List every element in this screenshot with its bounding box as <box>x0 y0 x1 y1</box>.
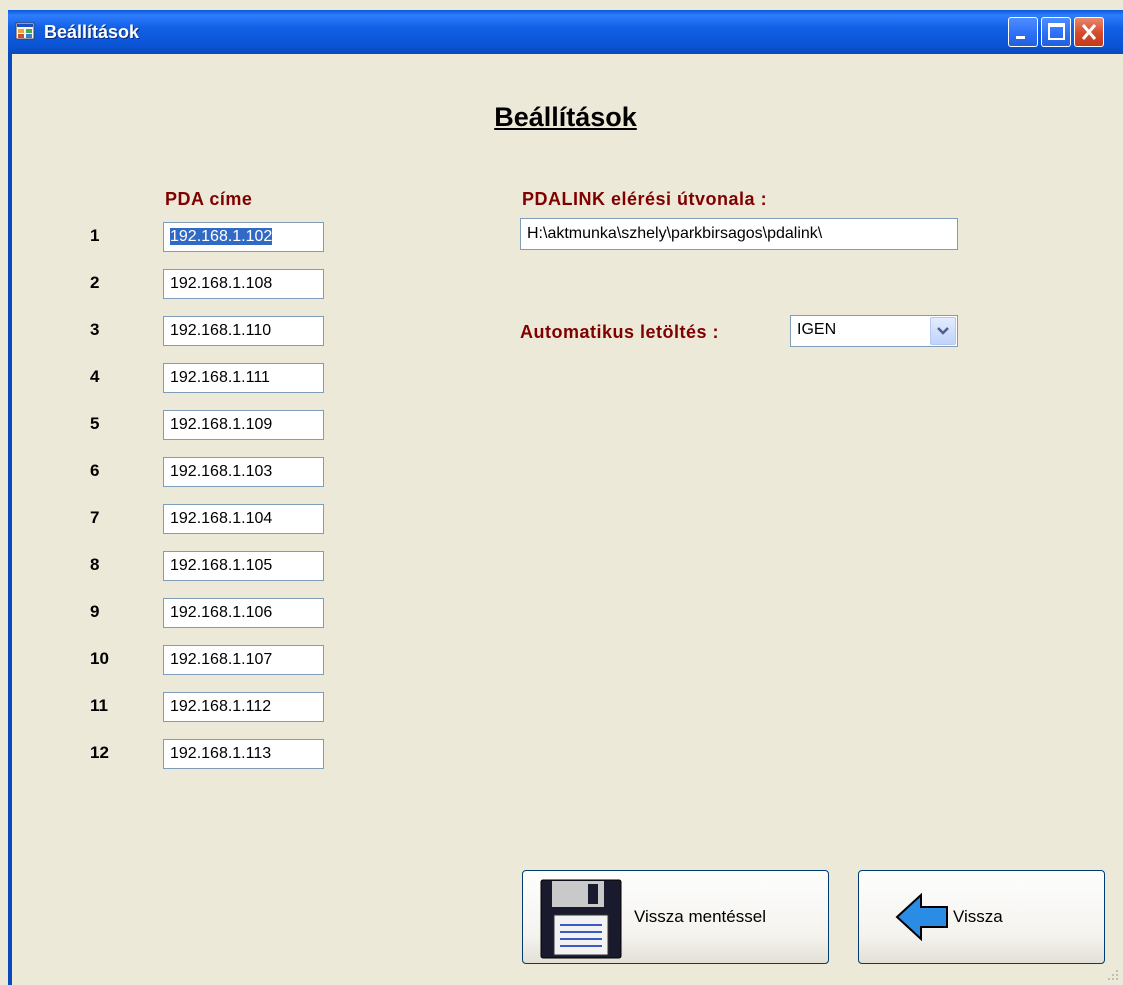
pda-ip-field[interactable]: 192.168.1.109 <box>163 410 324 440</box>
left-arrow-icon <box>895 893 948 941</box>
auto-download-label: Automatikus letöltés : <box>520 322 720 342</box>
pdalink-path-field[interactable]: H:\aktmunka\szhely\parkbirsagos\pdalink\ <box>520 218 958 250</box>
pda-row-number: 10 <box>90 649 109 668</box>
pda-ip-value: 192.168.1.107 <box>170 651 273 668</box>
pda-ip-field[interactable]: 192.168.1.110 <box>163 316 324 346</box>
auto-download-value: IGEN <box>797 321 837 338</box>
resize-grip-icon[interactable] <box>1105 967 1119 981</box>
pda-ip-field[interactable]: 192.168.1.103 <box>163 457 324 487</box>
pda-row-number: 5 <box>90 414 100 433</box>
pda-ip-value: 192.168.1.109 <box>170 416 273 433</box>
pda-ip-value: 192.168.1.110 <box>170 322 272 339</box>
window-title: Beállítások <box>44 22 140 42</box>
pda-ip-field[interactable]: 192.168.1.105 <box>163 551 324 581</box>
pda-row-number: 4 <box>90 367 100 386</box>
save-and-back-button[interactable]: Vissza mentéssel <box>522 870 829 964</box>
pda-ip-field[interactable]: 192.168.1.107 <box>163 645 324 675</box>
pda-ip-field[interactable]: 192.168.1.113 <box>163 739 324 769</box>
maximize-icon <box>1048 23 1065 40</box>
pda-ip-field[interactable]: 192.168.1.111 <box>163 363 324 393</box>
close-icon <box>1081 24 1097 40</box>
pda-ip-value: 192.168.1.102 <box>170 228 273 245</box>
pda-ip-value: 192.168.1.103 <box>170 463 273 480</box>
dropdown-button[interactable] <box>930 317 956 345</box>
pda-row-number: 3 <box>90 320 100 339</box>
floppy-disk-icon <box>540 879 622 959</box>
title-bar[interactable]: Beállítások <box>8 10 1123 54</box>
save-and-back-label: Vissza mentéssel <box>634 907 766 926</box>
pda-row-number: 2 <box>90 273 100 292</box>
pda-ip-value: 192.168.1.112 <box>170 698 272 715</box>
pda-ip-field[interactable]: 192.168.1.104 <box>163 504 324 534</box>
settings-window: Beállítások Beállítások PDA címe 1 192.16… <box>8 10 1123 985</box>
pda-ip-field[interactable]: 192.168.1.106 <box>163 598 324 628</box>
pda-ip-value: 192.168.1.108 <box>170 275 273 292</box>
pda-ip-value: 192.168.1.105 <box>170 557 273 574</box>
pda-row-number: 8 <box>90 555 100 574</box>
pda-row-number: 6 <box>90 461 100 480</box>
pda-row-number: 7 <box>90 508 100 527</box>
minimize-button[interactable] <box>1008 17 1038 47</box>
minimize-icon <box>1016 36 1025 39</box>
pda-column-label: PDA címe <box>165 189 253 209</box>
back-label: Vissza <box>953 907 1003 926</box>
pda-row-number: 1 <box>90 226 100 245</box>
back-button[interactable]: Vissza <box>858 870 1105 964</box>
pdalink-label: PDALINK elérési útvonala : <box>522 189 768 209</box>
pda-ip-field[interactable]: 192.168.1.112 <box>163 692 324 722</box>
window-border <box>8 54 12 985</box>
chevron-down-icon <box>937 327 949 335</box>
pda-ip-field[interactable]: 192.168.1.108 <box>163 269 324 299</box>
app-icon <box>15 21 35 41</box>
pda-ip-value: 192.168.1.104 <box>170 510 273 527</box>
pda-row-number: 12 <box>90 743 109 762</box>
pda-row-number: 9 <box>90 602 100 621</box>
page-title: Beállítások <box>494 102 637 132</box>
pda-ip-value: 192.168.1.111 <box>170 369 270 386</box>
pda-ip-field[interactable]: 192.168.1.102 <box>163 222 324 252</box>
maximize-button[interactable] <box>1041 17 1071 47</box>
pda-row-number: 11 <box>90 696 108 715</box>
pda-ip-value: 192.168.1.113 <box>170 745 272 762</box>
auto-download-select[interactable]: IGEN <box>790 315 958 347</box>
close-button[interactable] <box>1074 17 1104 47</box>
pda-ip-value: 192.168.1.106 <box>170 604 273 621</box>
